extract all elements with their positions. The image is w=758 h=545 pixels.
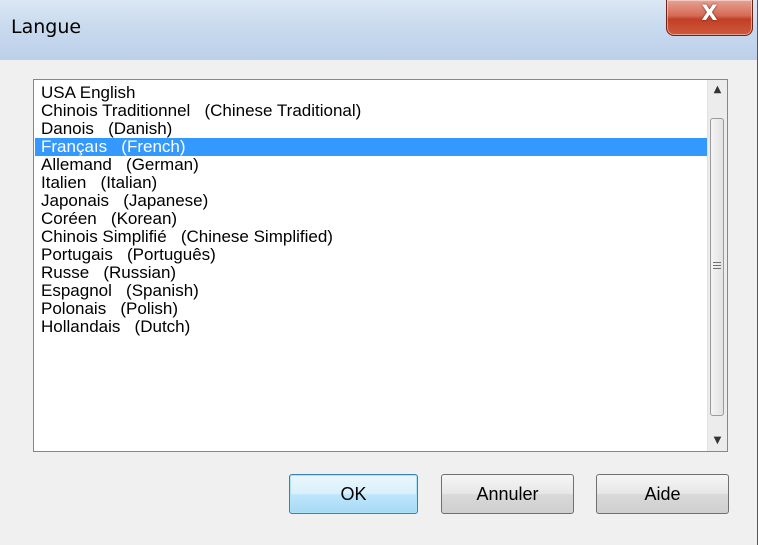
close-button[interactable]: X [666, 0, 753, 36]
scroll-thumb[interactable] [710, 118, 724, 416]
list-item[interactable]: Françaıs (French) [35, 138, 708, 156]
list-item[interactable]: Coréen (Korean) [35, 210, 708, 228]
language-listbox[interactable]: USA English Chinois Traditionnel (Chinese… [33, 79, 728, 452]
scroll-up-arrow-icon[interactable]: ▲ [708, 80, 727, 100]
help-button[interactable]: Aide [596, 474, 729, 514]
close-icon: X [701, 1, 718, 25]
ok-button[interactable]: OK [289, 474, 418, 514]
list-item[interactable]: Hollandais (Dutch) [35, 318, 708, 336]
title-bar[interactable]: Langue X [0, 0, 757, 60]
list-item[interactable]: Polonais (Polish) [35, 300, 708, 318]
vertical-scrollbar[interactable]: ▲ ▼ [707, 80, 727, 451]
cancel-button[interactable]: Annuler [441, 474, 574, 514]
scroll-down-arrow-icon[interactable]: ▼ [708, 431, 727, 451]
list-item[interactable]: Russe (Russian) [35, 264, 708, 282]
list-item[interactable]: Allemand (German) [35, 156, 708, 174]
list-item[interactable]: USA English [35, 84, 708, 102]
list-item[interactable]: Chinois Simplifié (Chinese Simplified) [35, 228, 708, 246]
list-item[interactable]: Japonais (Japanese) [35, 192, 708, 210]
language-list: USA English Chinois Traditionnel (Chinese… [35, 84, 708, 336]
list-item[interactable]: Italien (Italian) [35, 174, 708, 192]
list-item[interactable]: Danois (Danish) [35, 120, 708, 138]
list-item[interactable]: Espagnol (Spanish) [35, 282, 708, 300]
window-title: Langue [11, 16, 82, 38]
scroll-grip-icon [713, 262, 721, 271]
language-dialog: Langue X USA English Chinois Traditionnel… [0, 0, 758, 545]
list-item[interactable]: Chinois Traditionnel (Chinese Traditiona… [35, 102, 708, 120]
list-item[interactable]: Portugais (Português) [35, 246, 708, 264]
